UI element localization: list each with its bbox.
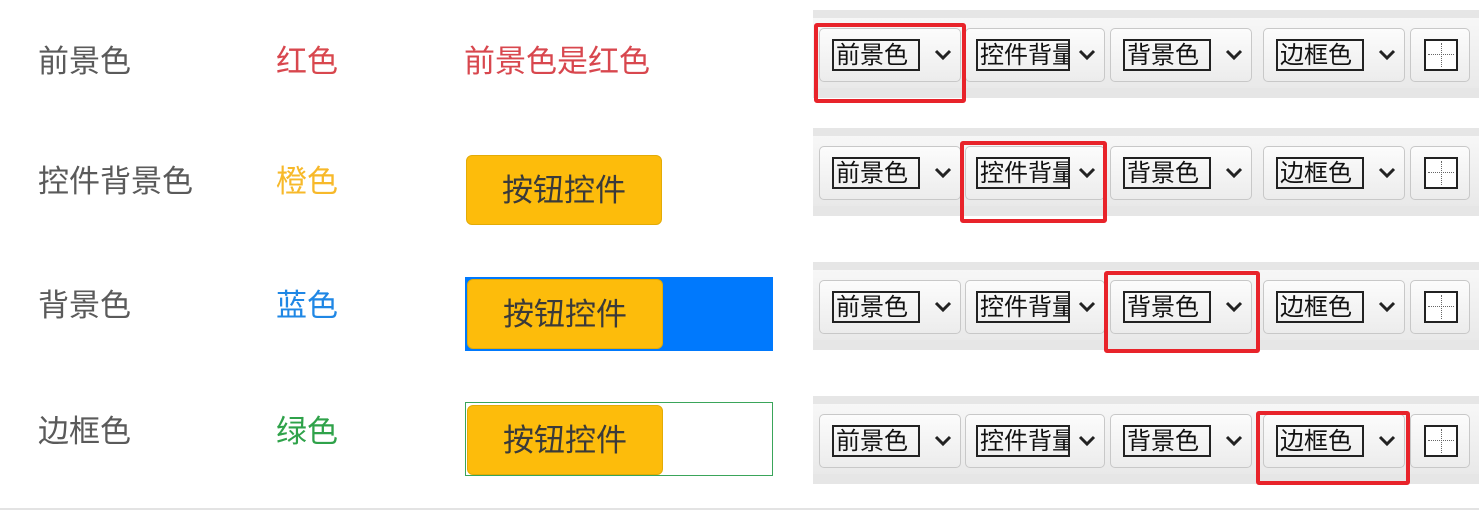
demo-button[interactable]: 按钮控件 — [467, 279, 663, 349]
toolbar-strip-4: 前景色 控件背量 背景色 边框色 — [813, 396, 1479, 484]
background-dropdown[interactable]: 背景色 — [1110, 146, 1252, 200]
dropdown-label: 边框色 — [1276, 157, 1364, 189]
background-dropdown[interactable]: 背景色 — [1110, 280, 1252, 334]
table-grid-button[interactable] — [1410, 414, 1470, 468]
table-grid-button[interactable] — [1410, 146, 1470, 200]
color-name: 红色 — [276, 44, 338, 80]
control-background-dropdown[interactable]: 控件背量 — [965, 280, 1105, 334]
table-grid-icon — [1424, 291, 1458, 323]
table-grid-icon — [1424, 39, 1458, 71]
toolbar-body: 前景色 控件背量 背景色 边框色 — [813, 270, 1479, 340]
chevron-down-icon — [1378, 435, 1396, 447]
table-grid-button[interactable] — [1410, 28, 1470, 82]
control-background-dropdown[interactable]: 控件背量 — [965, 414, 1105, 468]
table-grid-icon — [1424, 425, 1458, 457]
foreground-dropdown[interactable]: 前景色 — [819, 280, 961, 334]
dropdown-label: 背景色 — [1123, 291, 1211, 323]
chevron-down-icon — [934, 49, 952, 61]
chevron-down-icon — [1378, 167, 1396, 179]
border-dropdown[interactable]: 边框色 — [1263, 414, 1405, 468]
chevron-down-icon — [934, 167, 952, 179]
border-dropdown[interactable]: 边框色 — [1263, 280, 1405, 334]
dropdown-label: 控件背量 — [976, 425, 1070, 457]
demo-button[interactable]: 按钮控件 — [467, 405, 663, 475]
dropdown-label: 前景色 — [832, 39, 920, 71]
foreground-demo-text: 前景色是红色 — [464, 44, 650, 80]
chevron-down-icon — [1078, 167, 1096, 179]
table-grid-button[interactable] — [1410, 280, 1470, 334]
row-label: 边框色 — [38, 414, 131, 450]
bottom-divider — [0, 508, 1479, 510]
dropdown-label: 背景色 — [1123, 157, 1211, 189]
color-name: 蓝色 — [276, 288, 338, 324]
chevron-down-icon — [934, 301, 952, 313]
toolbar-strip-1: 前景色 控件背量 背景色 边框色 — [813, 10, 1479, 98]
color-name: 橙色 — [276, 164, 338, 200]
chevron-down-icon — [1225, 167, 1243, 179]
foreground-dropdown[interactable]: 前景色 — [819, 28, 961, 82]
foreground-dropdown[interactable]: 前景色 — [819, 146, 961, 200]
row-label: 背景色 — [38, 288, 131, 324]
toolbar-body: 前景色 控件背量 背景色 边框色 — [813, 18, 1479, 88]
background-dropdown[interactable]: 背景色 — [1110, 414, 1252, 468]
foreground-dropdown[interactable]: 前景色 — [819, 414, 961, 468]
chevron-down-icon — [1378, 49, 1396, 61]
chevron-down-icon — [1078, 301, 1096, 313]
dropdown-label: 边框色 — [1276, 291, 1364, 323]
table-grid-icon — [1424, 157, 1458, 189]
toolbar-strip-2: 前景色 控件背量 背景色 边框色 — [813, 128, 1479, 216]
border-dropdown[interactable]: 边框色 — [1263, 28, 1405, 82]
chevron-down-icon — [1225, 435, 1243, 447]
chevron-down-icon — [1078, 49, 1096, 61]
control-background-dropdown[interactable]: 控件背量 — [965, 28, 1105, 82]
border-dropdown[interactable]: 边框色 — [1263, 146, 1405, 200]
dropdown-label: 前景色 — [832, 291, 920, 323]
chevron-down-icon — [1378, 301, 1396, 313]
control-background-dropdown[interactable]: 控件背量 — [965, 146, 1105, 200]
dropdown-label: 前景色 — [832, 425, 920, 457]
chevron-down-icon — [934, 435, 952, 447]
dropdown-label: 控件背量 — [976, 291, 1070, 323]
dropdown-label: 背景色 — [1123, 425, 1211, 457]
dropdown-label: 控件背量 — [976, 157, 1070, 189]
row-label: 控件背景色 — [38, 164, 193, 200]
toolbar-body: 前景色 控件背量 背景色 边框色 — [813, 404, 1479, 474]
toolbar-body: 前景色 控件背量 背景色 边框色 — [813, 136, 1479, 206]
dropdown-label: 边框色 — [1276, 425, 1364, 457]
dropdown-label: 控件背量 — [976, 39, 1070, 71]
row-label: 前景色 — [38, 44, 131, 80]
color-name: 绿色 — [276, 414, 338, 450]
dropdown-label: 背景色 — [1123, 39, 1211, 71]
toolbar-strip-3: 前景色 控件背量 背景色 边框色 — [813, 262, 1479, 350]
dropdown-label: 前景色 — [832, 157, 920, 189]
dropdown-label: 边框色 — [1276, 39, 1364, 71]
background-dropdown[interactable]: 背景色 — [1110, 28, 1252, 82]
demo-button[interactable]: 按钮控件 — [466, 155, 662, 225]
chevron-down-icon — [1078, 435, 1096, 447]
chevron-down-icon — [1225, 301, 1243, 313]
chevron-down-icon — [1225, 49, 1243, 61]
